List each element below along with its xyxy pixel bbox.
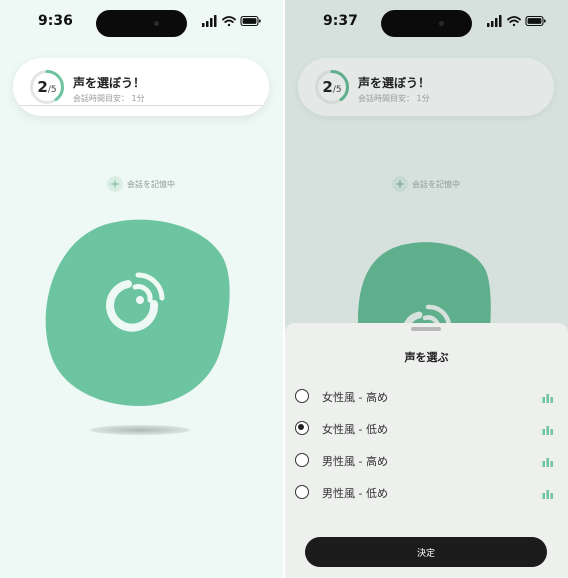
sheet-grabber[interactable]: [411, 327, 441, 331]
sparkle-icon: [392, 176, 408, 192]
progress-current: 2: [322, 78, 333, 96]
progress-card: 2/5 声を選ぼう！ 会話時間目安： 1分: [298, 58, 554, 116]
option-label: 男性風 - 低め: [322, 487, 388, 500]
card-title: 声を選ぼう！: [358, 76, 431, 90]
voice-option-female-high[interactable]: 女性風 - 高め: [295, 383, 557, 411]
option-label: 男性風 - 高め: [322, 455, 388, 468]
radio-button-selected[interactable]: [295, 421, 309, 435]
voice-option-male-high[interactable]: 男性風 - 高め: [295, 447, 557, 475]
card-subtitle: 会話時間目安： 1分: [358, 94, 430, 103]
status-time: 9:37: [323, 13, 358, 29]
wifi-icon: [507, 16, 521, 27]
left-screen: 9:36 2/5 声を選ぼう！ 会話時間目安： 1分 会話を記憶中: [0, 0, 283, 578]
card-subtitle: 会話時間目安： 1分: [73, 94, 145, 103]
progress-total: /5: [47, 84, 57, 95]
voice-select-sheet: 声を選ぶ 女性風 - 高め 女性風 - 低め 男性風 - 高め 男性風 - 低め…: [285, 323, 568, 578]
radio-button[interactable]: [295, 453, 309, 467]
radio-button[interactable]: [295, 485, 309, 499]
battery-icon: [240, 15, 261, 27]
option-label: 女性風 - 高め: [322, 391, 388, 404]
dynamic-island: [96, 10, 187, 37]
right-screen: 9:37 2/5 声を選ぼう！ 会話時間目安： 1分 会話を記憶中 声を選ぶ 女…: [285, 0, 568, 578]
audio-bars-icon[interactable]: [542, 423, 554, 435]
sparkle-icon: [107, 176, 123, 192]
voice-option-female-low[interactable]: 女性風 - 低め: [295, 415, 557, 443]
battery-icon: [525, 15, 546, 27]
status-time: 9:36: [38, 13, 73, 29]
audio-bars-icon[interactable]: [542, 455, 554, 467]
signal-bars-icon: [202, 15, 217, 27]
status-icons: [202, 15, 261, 27]
wifi-icon: [222, 16, 236, 27]
voice-option-male-low[interactable]: 男性風 - 低め: [295, 479, 557, 507]
progress-count: 2/5: [29, 69, 65, 105]
confirm-button[interactable]: 決定: [305, 537, 547, 567]
sheet-title: 声を選ぶ: [404, 351, 449, 364]
progress-count: 2/5: [314, 69, 350, 105]
button-shadow: [90, 425, 190, 435]
signal-bars-icon: [487, 15, 502, 27]
memory-label: 会話を記憶中: [127, 179, 175, 189]
progress-total: /5: [332, 84, 342, 95]
dynamic-island: [381, 10, 472, 37]
memory-status: 会話を記憶中: [392, 176, 460, 192]
progress-card: 2/5 声を選ぼう！ 会話時間目安： 1分: [13, 58, 269, 116]
status-icons: [487, 15, 546, 27]
card-divider: [13, 105, 269, 106]
audio-bars-icon[interactable]: [542, 487, 554, 499]
voice-talk-button[interactable]: [44, 218, 232, 408]
audio-bars-icon[interactable]: [542, 391, 554, 403]
card-title: 声を選ぼう！: [73, 76, 146, 90]
option-label: 女性風 - 低め: [322, 423, 388, 436]
camera-dot: [154, 21, 159, 26]
progress-current: 2: [37, 78, 48, 96]
memory-status: 会話を記憶中: [107, 176, 175, 192]
camera-dot: [439, 21, 444, 26]
radio-button[interactable]: [295, 389, 309, 403]
memory-label: 会話を記憶中: [412, 179, 460, 189]
